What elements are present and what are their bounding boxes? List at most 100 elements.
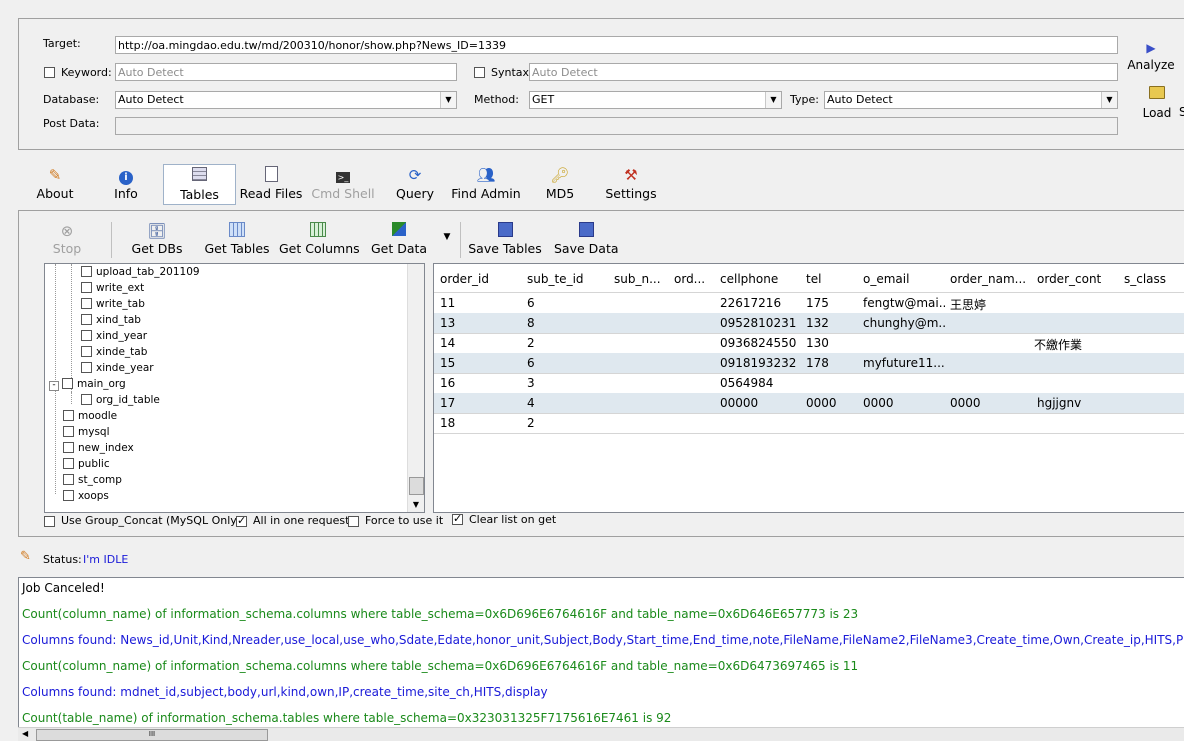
postdata-input[interactable] (115, 117, 1118, 135)
table-row[interactable]: 14 2 0936824550 130 不繳作業 (434, 333, 1184, 354)
data-icon (370, 222, 428, 241)
type-select[interactable]: Auto Detect ▼ (824, 91, 1118, 109)
tree-node-database[interactable]: st_comp (63, 472, 122, 488)
analyze-button[interactable]: ▶ Analyze (1126, 38, 1176, 72)
column-header[interactable]: sub_n... (614, 272, 666, 286)
tab-find-admin[interactable]: 👥︎ Find Admin (450, 166, 522, 201)
column-header[interactable]: sub_te_id (527, 272, 607, 286)
tree-node-table[interactable]: xind_year (81, 328, 147, 344)
status-label: Status: (43, 553, 82, 566)
tree-node-database[interactable]: mysql (63, 424, 110, 440)
scrollbar-thumb[interactable]: III (36, 729, 268, 741)
tree-node-table[interactable]: org_id_table (81, 392, 160, 408)
tree-node-table[interactable]: xinde_year (81, 360, 154, 376)
method-value: GET (532, 93, 555, 106)
log-line: Job Canceled! (22, 581, 105, 595)
log-hscrollbar[interactable]: ◀ III (18, 727, 1184, 741)
tab-tables[interactable]: Tables (163, 164, 236, 205)
tree-node-database[interactable]: moodle (63, 408, 117, 424)
chevron-down-icon[interactable]: ▼ (440, 92, 456, 108)
tree-node-table[interactable]: xinde_tab (81, 344, 147, 360)
tree-node-table[interactable]: xind_tab (81, 312, 141, 328)
tree-node-table[interactable]: write_tab (81, 296, 145, 312)
table-row[interactable]: 17 4 00000 0000 0000 0000 hgjjgnv (434, 393, 1184, 414)
keyword-input[interactable] (115, 63, 457, 81)
chevron-down-icon[interactable]: ▼ (1101, 92, 1117, 108)
collapse-icon[interactable]: - (49, 381, 59, 391)
column-header[interactable]: order_cont (1037, 272, 1117, 286)
tab-settings[interactable]: ⚒ Settings (604, 166, 658, 201)
get-columns-button[interactable]: Get Columns (279, 222, 360, 256)
tree-node-database[interactable]: - main_org (49, 376, 126, 392)
all-in-one-checkbox[interactable] (236, 514, 247, 527)
terminal-icon: >_ (336, 172, 350, 183)
table-row[interactable]: 18 2 (434, 413, 1184, 434)
column-header[interactable]: s_class (1124, 272, 1184, 286)
table-row[interactable]: 16 3 0564984 (434, 373, 1184, 394)
chevron-down-icon[interactable]: ▼ (765, 92, 781, 108)
scrollbar-thumb[interactable] (409, 477, 424, 495)
column-header[interactable]: order_nam... (950, 272, 1030, 286)
table-row[interactable]: 15 6 0918193232 178 myfuture11... (434, 353, 1184, 374)
database-icon: 🗄︎ (147, 222, 167, 240)
clear-list-checkbox[interactable] (452, 512, 463, 525)
method-select[interactable]: GET ▼ (529, 91, 782, 109)
get-tables-button[interactable]: Get Tables (204, 222, 270, 256)
database-select[interactable]: Auto Detect ▼ (115, 91, 457, 109)
log-output[interactable]: Job Canceled! Count(column_name) of info… (18, 577, 1184, 729)
tree-scrollbar[interactable]: ▼ (407, 264, 424, 512)
save-tables-button[interactable]: Save Tables (468, 222, 542, 256)
group-concat-label: Use Group_Concat (MySQL Only) (61, 514, 242, 527)
analyze-label: Analyze (1127, 58, 1175, 72)
keyword-checkbox[interactable] (44, 67, 55, 78)
tab-md5[interactable]: 🔑︎ MD5 (540, 166, 580, 201)
column-header[interactable]: tel (806, 272, 856, 286)
table-row[interactable]: 13 8 0952810231 132 chunghy@m... (434, 313, 1184, 334)
tree-node-database[interactable]: xoops (63, 488, 109, 504)
load-button[interactable]: Load (1140, 86, 1174, 120)
tab-about[interactable]: ✎ About (30, 166, 80, 201)
database-tree[interactable]: upload_tab_201109 write_ext write_tab xi… (44, 263, 425, 513)
group-concat-checkbox[interactable] (44, 516, 55, 527)
status-icon: ✎ (20, 549, 31, 564)
tree-node-table[interactable]: write_ext (81, 280, 144, 296)
status-value: I'm IDLE (83, 553, 129, 566)
column-header[interactable]: cellphone (720, 272, 800, 286)
data-grid[interactable]: order_id sub_te_id sub_n... ord... cellp… (433, 263, 1184, 513)
tab-read-files[interactable]: Read Files (238, 166, 304, 201)
log-line: Count(column_name) of information_schema… (22, 607, 859, 621)
chevron-left-icon[interactable]: ◀ (22, 728, 28, 740)
column-header[interactable]: ord... (674, 272, 714, 286)
tab-cmd-shell[interactable]: >_ Cmd Shell (310, 166, 376, 201)
table-row[interactable]: 11 6 22617216 175 fengtw@mai... 王思婷 (434, 293, 1184, 314)
stop-button[interactable]: ⊗ Stop (48, 222, 86, 256)
tab-info[interactable]: i Info (104, 166, 148, 201)
query-icon: ⟳ (408, 166, 422, 184)
log-line: Columns found: News_id,Unit,Kind,Nreader… (22, 633, 1184, 647)
syntax-checkbox[interactable] (474, 67, 485, 78)
database-value: Auto Detect (118, 93, 184, 106)
syntax-input[interactable] (529, 63, 1118, 81)
tree-node-database[interactable]: public (63, 456, 110, 472)
column-header[interactable]: o_email (863, 272, 943, 286)
table-grid-icon (204, 222, 270, 241)
force-checkbox[interactable] (348, 516, 359, 527)
tree-node-table[interactable]: upload_tab_201109 (81, 264, 200, 280)
get-dbs-button[interactable]: 🗄︎ Get DBs (130, 222, 184, 256)
toolbar-divider (111, 222, 112, 258)
get-data-button[interactable]: Get Data (370, 222, 428, 256)
folder-icon (1149, 86, 1165, 99)
file-icon (238, 166, 304, 185)
floppy-icon (468, 222, 542, 241)
grid-header: order_id sub_te_id sub_n... ord... cellp… (434, 264, 1184, 293)
stop-icon: ⊗ (60, 222, 74, 240)
get-data-dropdown[interactable]: ▼ (440, 232, 454, 242)
info-icon: i (104, 166, 148, 185)
tab-query[interactable]: ⟳ Query (393, 166, 437, 201)
column-header[interactable]: order_id (440, 272, 520, 286)
tree-node-database[interactable]: new_index (63, 440, 134, 456)
save-button-partial[interactable]: S (1179, 105, 1184, 119)
chevron-down-icon[interactable]: ▼ (408, 497, 424, 512)
save-data-button[interactable]: Save Data (554, 222, 619, 256)
target-input[interactable] (115, 36, 1118, 54)
